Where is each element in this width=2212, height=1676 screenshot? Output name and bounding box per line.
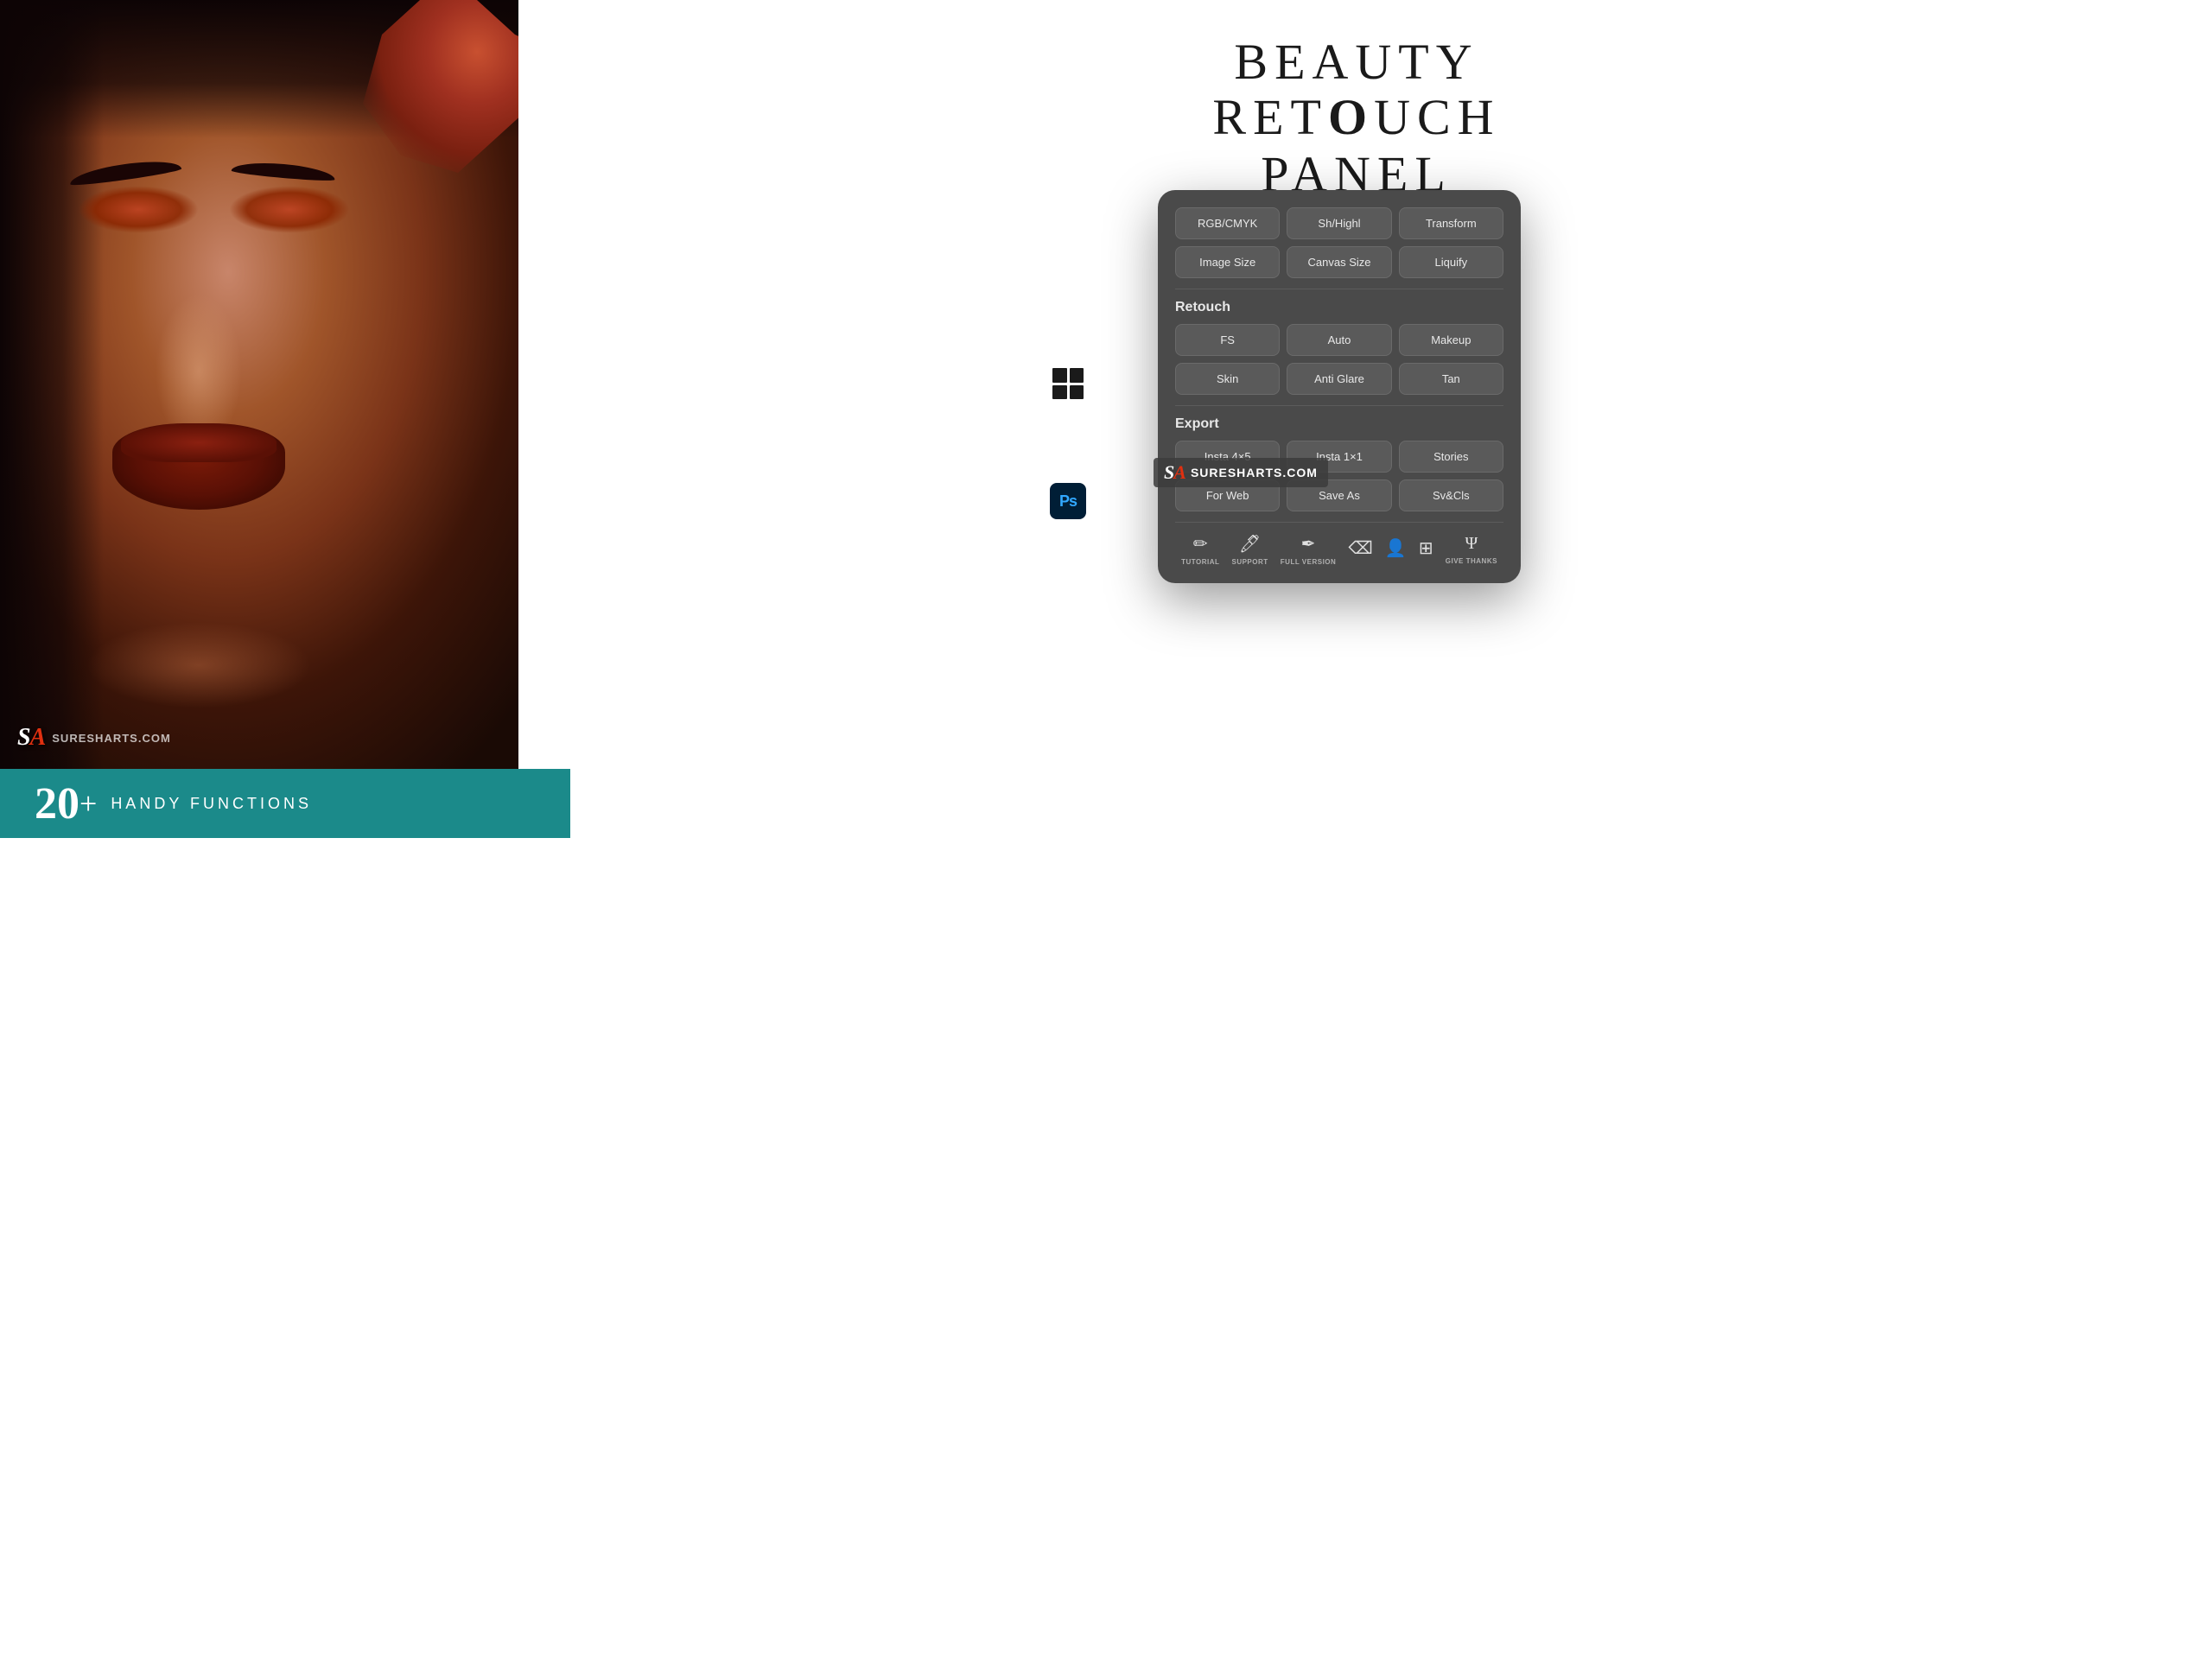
- watermark-text-photo: SURESHARTS.COM: [52, 732, 171, 745]
- pen-icon: 🖊: [1239, 533, 1261, 555]
- win-sq-3: [1052, 385, 1067, 400]
- toolbar-tutorial[interactable]: ✏ TUTORIAL: [1181, 533, 1219, 566]
- toolbar-person[interactable]: 👤: [1385, 537, 1407, 562]
- transform-button[interactable]: Transform: [1399, 207, 1503, 239]
- sh-highl-button[interactable]: Sh/Highl: [1287, 207, 1391, 239]
- win-sq-4: [1070, 385, 1084, 400]
- fs-button[interactable]: FS: [1175, 324, 1280, 356]
- watermark-photo: SA SURESHARTS.COM: [17, 724, 171, 752]
- rgb-cmyk-button[interactable]: RGB/CMYK: [1175, 207, 1280, 239]
- title-line1: BEAUTY RETOUCH: [1089, 35, 1624, 145]
- eye-makeup-right: [229, 186, 350, 233]
- makeup-button[interactable]: Makeup: [1399, 324, 1503, 356]
- win-sq-1: [1052, 368, 1067, 383]
- neck-area: [86, 622, 311, 708]
- toolbar-give-thanks[interactable]: Ψ GIVE THANKS: [1446, 534, 1497, 565]
- panel-toolbar: ✏ TUTORIAL 🖊 SUPPORT ✒ FULL VERSION ⌫ 👤 …: [1175, 522, 1503, 566]
- full-version-label: FULL VERSION: [1281, 558, 1337, 566]
- stories-button[interactable]: Stories: [1399, 441, 1503, 473]
- person-icon: 👤: [1385, 537, 1407, 559]
- ps-icon-container: Ps: [1047, 480, 1089, 522]
- divider-2: [1175, 405, 1503, 406]
- give-thanks-label: GIVE THANKS: [1446, 557, 1497, 565]
- win-sq-2: [1070, 368, 1084, 383]
- bottom-plus: +: [79, 785, 97, 822]
- ps-icon: Ps: [1050, 483, 1086, 519]
- liquify-button[interactable]: Liquify: [1399, 246, 1503, 278]
- brush-icon: ✒: [1301, 533, 1316, 555]
- panel-row-2: Image Size Canvas Size Liquify: [1175, 246, 1503, 278]
- eye-makeup-left: [78, 186, 199, 233]
- lips-upper: [121, 423, 276, 462]
- sv-cls-button[interactable]: Sv&Cls: [1399, 479, 1503, 511]
- watermark-text-panel: SURESHARTS.COM: [1191, 466, 1318, 479]
- panel-row-1: RGB/CMYK Sh/Highl Transform: [1175, 207, 1503, 239]
- right-area: BEAUTY RETOUCH PANEL RGB/CMYK Sh/Highl T…: [518, 0, 1106, 838]
- sa-logo-panel: SA: [1164, 461, 1185, 484]
- panel-section-top: RGB/CMYK Sh/Highl Transform Image Size C…: [1175, 207, 1503, 278]
- watermark-panel: SA SURESHARTS.COM: [1154, 458, 1328, 487]
- add-icon: ⊞: [1419, 537, 1433, 559]
- photo-area: SA SURESHARTS.COM: [0, 0, 570, 778]
- windows-icon: [1052, 368, 1084, 399]
- auto-button[interactable]: Auto: [1287, 324, 1391, 356]
- toolbar-support[interactable]: 🖊 SUPPORT: [1231, 533, 1268, 566]
- toolbar-add[interactable]: ⊞: [1419, 537, 1433, 562]
- bottom-number: 20: [35, 778, 79, 829]
- retouch-label: Retouch: [1175, 300, 1503, 315]
- panel-ui: RGB/CMYK Sh/Highl Transform Image Size C…: [1158, 190, 1521, 583]
- apple-icon: : [1056, 424, 1080, 460]
- bottom-handy-text: HANDY FUNCTIONS: [111, 795, 312, 813]
- support-label: SUPPORT: [1231, 558, 1268, 566]
- retouch-section: Retouch FS Auto Makeup Skin Anti Glare T…: [1175, 300, 1503, 395]
- title-area: BEAUTY RETOUCH PANEL: [1089, 35, 1624, 203]
- platform-icons:  Ps: [1047, 363, 1089, 522]
- windows-icon-container: [1047, 363, 1089, 404]
- apple-icon-container: : [1047, 422, 1089, 463]
- canvas-size-button[interactable]: Canvas Size: [1287, 246, 1391, 278]
- export-label: Export: [1175, 416, 1503, 432]
- pencil-icon: ✏: [1193, 533, 1208, 555]
- toolbar-full-version[interactable]: ✒ FULL VERSION: [1281, 533, 1337, 566]
- tutorial-label: TUTORIAL: [1181, 558, 1219, 566]
- image-size-button[interactable]: Image Size: [1175, 246, 1280, 278]
- skin-button[interactable]: Skin: [1175, 363, 1280, 395]
- panel-row-4: Skin Anti Glare Tan: [1175, 363, 1503, 395]
- bottom-bar: 20 + HANDY FUNCTIONS: [0, 769, 570, 838]
- fork-icon: Ψ: [1465, 534, 1478, 554]
- panel-row-3: FS Auto Makeup: [1175, 324, 1503, 356]
- anti-glare-button[interactable]: Anti Glare: [1287, 363, 1391, 395]
- eraser-icon: ⌫: [1348, 537, 1372, 559]
- sa-logo-photo: SA: [17, 724, 45, 752]
- tan-button[interactable]: Tan: [1399, 363, 1503, 395]
- toolbar-eraser[interactable]: ⌫: [1348, 537, 1372, 562]
